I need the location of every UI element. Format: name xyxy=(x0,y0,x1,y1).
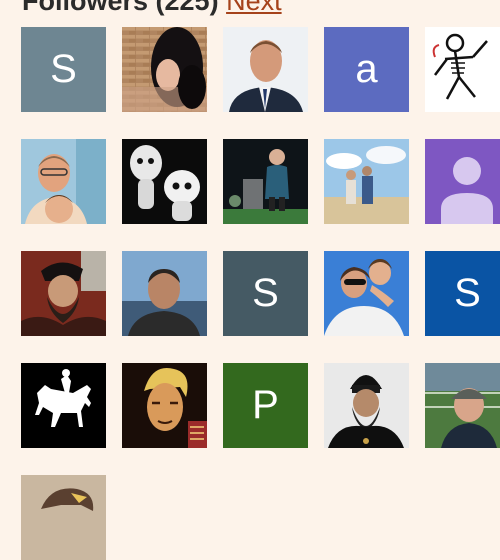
avatar-bishop[interactable] xyxy=(324,363,409,448)
bishop-photo xyxy=(324,363,409,448)
avatar-bearded-painting[interactable] xyxy=(21,251,106,336)
avatar-man-harbor[interactable] xyxy=(122,251,207,336)
avatar-skeleton[interactable] xyxy=(425,27,500,112)
man-suit-photo xyxy=(223,27,308,112)
avatar-man-suit[interactable] xyxy=(223,27,308,112)
avatar-speaker-stage[interactable] xyxy=(223,139,308,224)
avatar-man-stadium[interactable] xyxy=(425,363,500,448)
avatar-a-indigo[interactable]: a xyxy=(324,27,409,112)
avatar-s-slate[interactable]: S xyxy=(223,251,308,336)
default-person-icon xyxy=(425,139,500,224)
kodama-image xyxy=(122,139,207,224)
followers-grid: S a S S P xyxy=(0,0,500,560)
avatar-couple-beach[interactable] xyxy=(324,139,409,224)
avatar-eagle[interactable] xyxy=(21,475,106,560)
horse-rider-silhouette xyxy=(21,363,106,448)
avatar-default-person[interactable] xyxy=(425,139,500,224)
avatar-s-blue[interactable]: S xyxy=(425,251,500,336)
avatar-horse-rider[interactable] xyxy=(21,363,106,448)
couple-beach-photo xyxy=(324,139,409,224)
avatar-blond-man-poster[interactable] xyxy=(122,363,207,448)
avatar-woman-dark-hair[interactable] xyxy=(122,27,207,112)
eagle-photo xyxy=(21,475,106,560)
speaker-stage-photo xyxy=(223,139,308,224)
parent-child-photo xyxy=(324,251,409,336)
man-harbor-photo xyxy=(122,251,207,336)
man-stadium-photo xyxy=(425,363,500,448)
avatar-parent-child[interactable] xyxy=(324,251,409,336)
avatar-s-gray[interactable]: S xyxy=(21,27,106,112)
avatar-man-and-boy[interactable] xyxy=(21,139,106,224)
bearded-painting xyxy=(21,251,106,336)
blond-man-poster xyxy=(122,363,207,448)
man-boy-photo xyxy=(21,139,106,224)
avatar-p-green[interactable]: P xyxy=(223,363,308,448)
avatar-kodama[interactable] xyxy=(122,139,207,224)
woman-photo xyxy=(122,27,207,112)
skeleton-drawing xyxy=(425,27,500,112)
